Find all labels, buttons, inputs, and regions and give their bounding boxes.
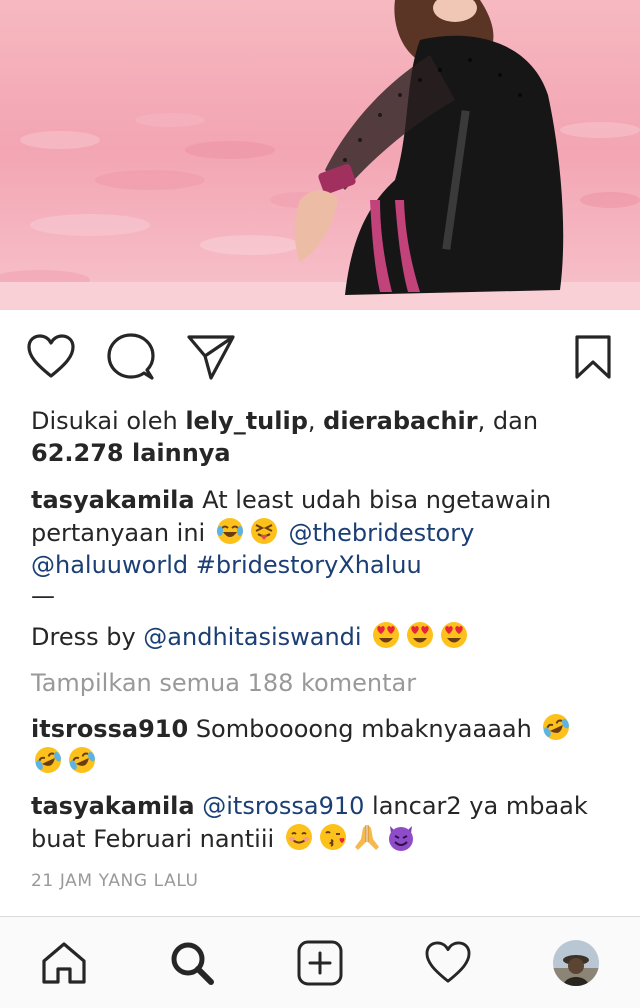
- nav-search-button[interactable]: [164, 935, 220, 991]
- folded-hands-emoji: [354, 825, 379, 850]
- likes-and: , dan: [477, 407, 539, 435]
- caption-username[interactable]: tasyakamila: [31, 486, 195, 514]
- likes-separator: ,: [307, 407, 324, 435]
- caption-dash: —: [31, 582, 55, 610]
- liker-username[interactable]: lely_tulip: [185, 407, 308, 435]
- likes-prefix: Disukai oleh: [31, 407, 186, 435]
- nav-profile-button[interactable]: [548, 935, 604, 991]
- add-icon: [297, 940, 343, 986]
- search-icon: [171, 942, 214, 985]
- bookmark-button[interactable]: [566, 330, 620, 384]
- profile-avatar-image: [553, 940, 599, 986]
- rolling-on-floor-laughing-emoji: [543, 714, 570, 740]
- activity-heart-icon: [425, 941, 471, 983]
- nav-activity-button[interactable]: [420, 935, 476, 991]
- comment-item: tasyakamila @itsrossa910 lancar2 ya mbaa…: [31, 790, 616, 855]
- bookmark-icon: [575, 335, 611, 379]
- bottom-navigation: [0, 916, 640, 1008]
- squinting-face-with-tongue-emoji: [250, 518, 277, 544]
- nav-home-button[interactable]: [36, 935, 92, 991]
- share-button[interactable]: [184, 330, 238, 384]
- rolling-on-floor-laughing-emoji: [69, 747, 95, 773]
- comment-username[interactable]: tasyakamila: [31, 792, 195, 820]
- face-blowing-kiss-emoji: [319, 824, 346, 850]
- heart-eyes-emoji: [373, 622, 400, 648]
- likes-summary[interactable]: Disukai oleh lely_tulip, dierabachir, da…: [31, 405, 616, 469]
- mention-link[interactable]: @andhitasiswandi: [143, 623, 361, 651]
- share-icon: [187, 335, 235, 380]
- post-action-bar: [0, 330, 640, 388]
- comment-item: itsrossa910 Somboooong mbaknyaaaah: [31, 712, 616, 778]
- face-with-tears-of-joy-emoji: [216, 518, 243, 544]
- home-icon: [42, 942, 86, 984]
- heart-eyes-emoji: [407, 622, 434, 648]
- mention-link[interactable]: @haluuworld: [31, 551, 188, 579]
- heart-icon: [27, 334, 75, 378]
- like-button[interactable]: [24, 330, 78, 384]
- comment-text: Somboooong mbaknyaaaah: [195, 715, 532, 743]
- comment-icon: [107, 333, 155, 380]
- comment-button[interactable]: [104, 330, 158, 384]
- nav-new-post-button[interactable]: [292, 935, 348, 991]
- likes-count[interactable]: 62.278 lainnya: [31, 439, 231, 467]
- mention-link[interactable]: @thebridestory: [288, 519, 474, 547]
- liker-username[interactable]: dierabachir: [323, 407, 477, 435]
- smiling-face-emoji: [285, 824, 312, 850]
- hashtag-link[interactable]: #bridestoryXhaluu: [196, 551, 422, 579]
- view-all-comments-link[interactable]: Tampilkan semua 188 komentar: [31, 667, 616, 699]
- mention-link[interactable]: @itsrossa910: [202, 792, 364, 820]
- smiling-face-with-horns-emoji: [388, 826, 413, 851]
- caption-dress-line: Dress by @andhitasiswandi: [31, 620, 616, 653]
- comment-username[interactable]: itsrossa910: [31, 715, 188, 743]
- heart-eyes-emoji: [441, 622, 468, 648]
- post-photo-illustration: [0, 0, 640, 310]
- post-caption: tasyakamila At least udah bisa ngetawain…: [31, 484, 616, 581]
- post-photo[interactable]: [0, 0, 640, 310]
- profile-avatar: [553, 940, 599, 986]
- rolling-on-floor-laughing-emoji: [35, 747, 61, 773]
- post-timestamp: 21 JAM YANG LALU: [31, 871, 199, 891]
- dress-prefix: Dress by: [31, 623, 144, 651]
